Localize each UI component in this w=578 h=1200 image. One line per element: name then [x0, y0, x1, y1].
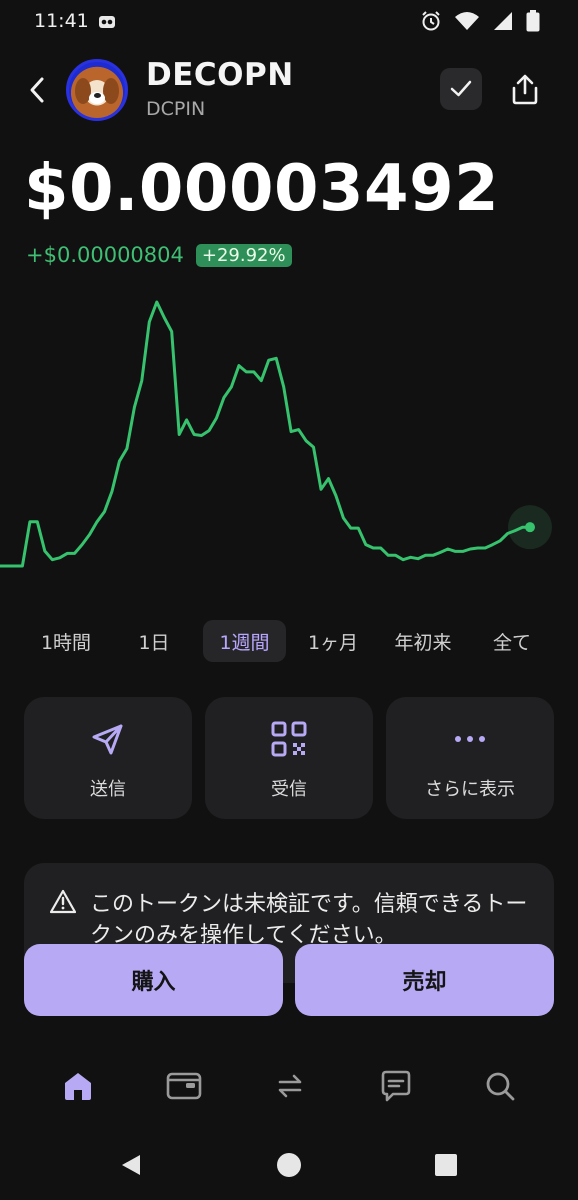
circle-home-icon: [277, 1153, 301, 1177]
chat-icon: [381, 1070, 411, 1102]
home-icon: [65, 1073, 91, 1100]
qr-code-icon: [271, 721, 307, 757]
nav-wallet[interactable]: [162, 1064, 206, 1108]
token-detail-screen: 11:41 DECOPN DCPIN $0.00003492 +$0.00000…: [0, 0, 578, 1200]
sell-button[interactable]: 売却: [295, 944, 554, 1016]
token-header: DECOPN DCPIN: [0, 56, 578, 126]
battery-icon: [526, 10, 540, 32]
wifi-icon: [455, 12, 479, 30]
wallet-card-icon: [166, 1072, 202, 1100]
share-button[interactable]: [504, 68, 546, 110]
range-tab-0[interactable]: 1時間: [24, 620, 108, 662]
notification-app-icon: [99, 16, 115, 28]
signal-icon: [494, 12, 512, 30]
price-change-percent-badge: +29.92%: [195, 243, 292, 267]
receive-action-button[interactable]: 受信: [205, 697, 373, 819]
alarm-icon: [422, 11, 440, 31]
share-icon: [512, 74, 538, 105]
token-avatar: [66, 59, 128, 121]
range-tab-3[interactable]: 1ヶ月: [298, 620, 368, 662]
check-icon: [450, 80, 472, 97]
system-navigation-bar: [0, 1130, 578, 1200]
nav-messages[interactable]: [374, 1064, 418, 1108]
send-action-button[interactable]: 送信: [24, 697, 192, 819]
swap-arrows-icon: [278, 1074, 302, 1098]
price-series-line: [0, 300, 530, 568]
bottom-navigation: [0, 1050, 578, 1120]
token-price: $0.00003492: [24, 152, 500, 226]
more-action-button[interactable]: さらに表示: [386, 697, 554, 819]
warning-triangle-icon: [50, 889, 76, 914]
nav-swap[interactable]: [268, 1064, 312, 1108]
square-recents-icon: [435, 1154, 457, 1176]
nav-home[interactable]: [56, 1064, 100, 1108]
status-icons: [420, 10, 540, 32]
nav-search[interactable]: [478, 1064, 522, 1108]
system-recents-button[interactable]: [431, 1150, 461, 1180]
send-icon: [92, 724, 123, 755]
buy-button[interactable]: 購入: [24, 944, 283, 1016]
system-home-button[interactable]: [274, 1150, 304, 1180]
time-range-tabs: 1時間 1日 1週間 1ヶ月 年初来 全て: [0, 620, 578, 662]
search-icon: [486, 1072, 515, 1101]
token-name: DECOPN: [146, 57, 294, 93]
more-label: さらに表示: [425, 779, 515, 800]
range-tab-2[interactable]: 1週間: [203, 620, 286, 662]
status-bar: 11:41: [0, 0, 578, 44]
watchlist-check-button[interactable]: [440, 68, 482, 110]
chevron-left-icon: [30, 77, 44, 103]
triangle-back-icon: [122, 1155, 140, 1175]
more-dots-icon: [455, 736, 485, 742]
receive-label: 受信: [271, 779, 307, 800]
send-label: 送信: [90, 779, 126, 800]
range-tab-4[interactable]: 年初来: [382, 620, 464, 662]
price-change: +$0.00000804 +29.92%: [26, 243, 292, 267]
status-time: 11:41: [34, 10, 89, 32]
token-symbol: DCPIN: [146, 98, 206, 120]
range-tab-1[interactable]: 1日: [124, 620, 184, 662]
current-point-dot: [525, 522, 535, 533]
price-chart[interactable]: [0, 290, 578, 580]
system-back-button[interactable]: [116, 1150, 146, 1180]
warning-text: このトークンは未検証です。信頼できるトークンのみを操作してください。: [90, 892, 528, 948]
price-change-absolute: +$0.00000804: [26, 243, 184, 267]
back-button[interactable]: [22, 72, 52, 108]
range-tab-5[interactable]: 全て: [480, 620, 544, 662]
